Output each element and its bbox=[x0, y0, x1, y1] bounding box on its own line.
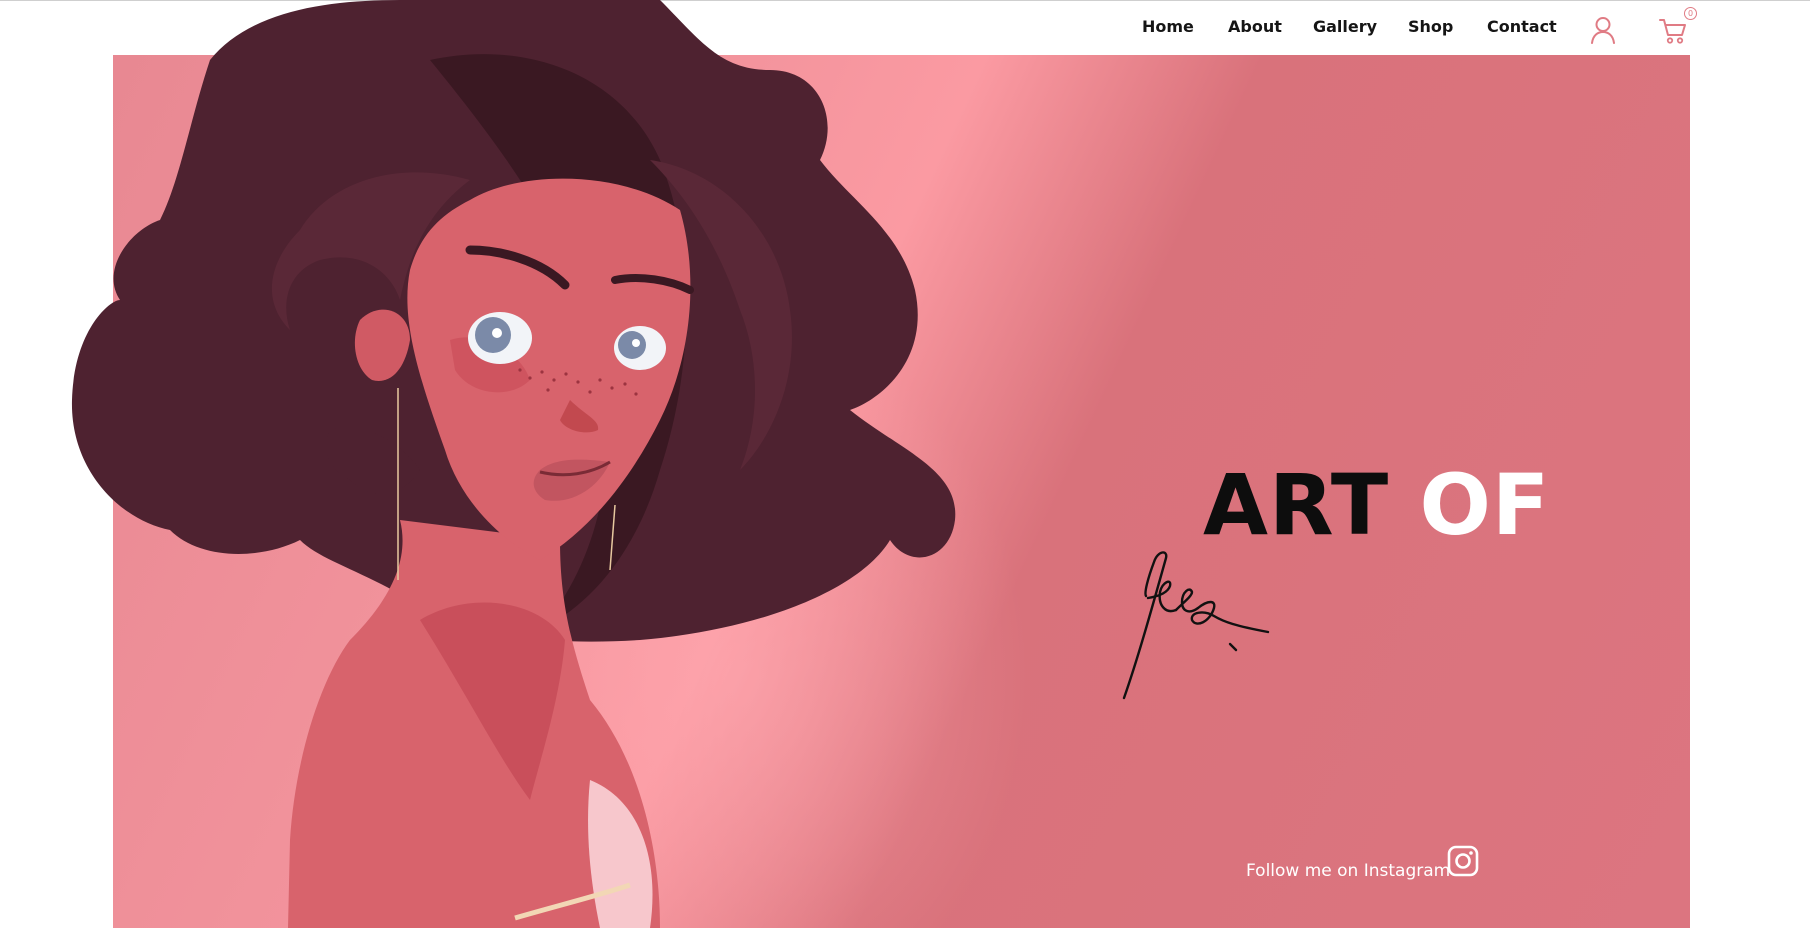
nav-about[interactable]: About bbox=[1228, 17, 1282, 36]
nav-home[interactable]: Home bbox=[1142, 17, 1194, 36]
cart-icon[interactable] bbox=[1659, 17, 1687, 50]
iris-right bbox=[618, 331, 646, 359]
garment bbox=[588, 780, 653, 928]
cart-count-badge: 0 bbox=[1684, 7, 1697, 20]
instagram-label[interactable]: Follow me on Instagram bbox=[1246, 861, 1450, 881]
nav-gallery[interactable]: Gallery bbox=[1313, 17, 1377, 36]
character-illustration bbox=[71, 0, 956, 928]
nav-shop[interactable]: Shop bbox=[1408, 17, 1453, 36]
user-icon[interactable] bbox=[1590, 16, 1616, 49]
headline-word-art: ART bbox=[1203, 456, 1390, 554]
nav-contact[interactable]: Contact bbox=[1487, 17, 1557, 36]
hero-headline: ART OF bbox=[1203, 455, 1550, 555]
headline-word-of: OF bbox=[1419, 456, 1551, 554]
instagram-icon[interactable] bbox=[1447, 845, 1479, 882]
signature bbox=[1122, 551, 1270, 700]
